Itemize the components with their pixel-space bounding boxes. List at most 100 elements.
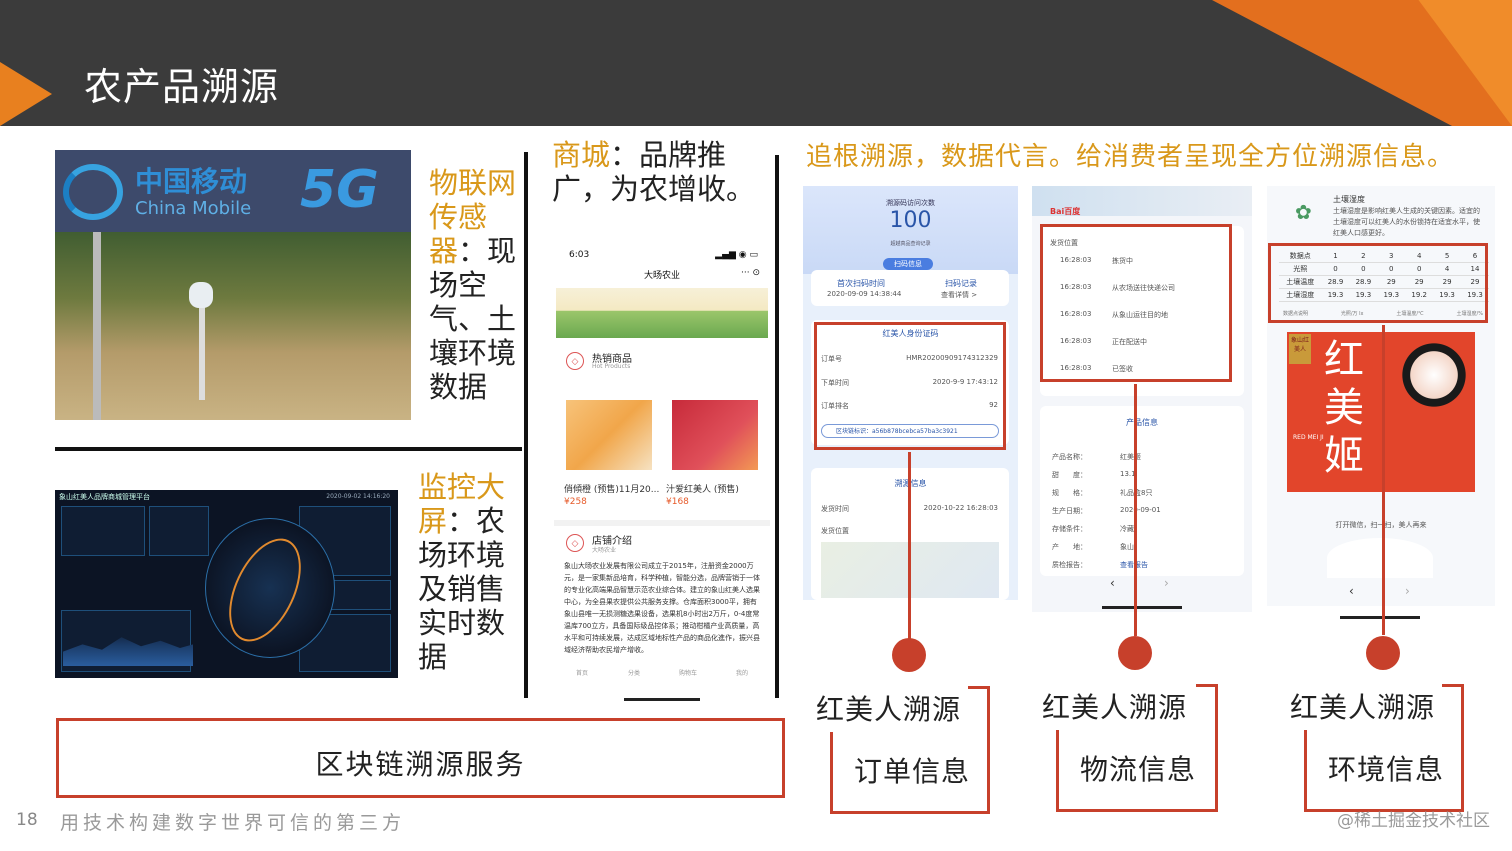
- product-info-key: 甜 度：: [1052, 471, 1087, 479]
- sensor-device: [189, 282, 213, 308]
- phone-banner-image: [556, 288, 768, 338]
- highlight-box-logistics: [1040, 224, 1232, 382]
- connector-line-order: [908, 452, 911, 640]
- nav-mine[interactable]: 我的: [722, 668, 762, 677]
- highlight-box-environment: [1268, 243, 1488, 323]
- product-price-1: ¥258: [564, 497, 587, 507]
- ship-loc-label: 发货位置: [821, 527, 849, 535]
- divider-horizontal: [55, 447, 522, 451]
- shop-intro-desc: 象山大旸农业发展有限公司成立于2015年，注册资金2000万元，是一家集新品培育…: [564, 562, 760, 654]
- product-image-1[interactable]: [566, 400, 652, 470]
- scan-record-label: 扫码记录: [945, 279, 977, 288]
- logo-en-text: China Mobile: [135, 198, 252, 219]
- product-info-value: 冷藏: [1120, 525, 1134, 533]
- phone-status-icons: ▂▄▆ ◉ ▭: [715, 250, 758, 260]
- nav-cart[interactable]: 购物车: [668, 668, 708, 677]
- monitor-dashboard-screenshot: 象山红美人品牌商城管理平台 2020-09-02 14:16:20: [55, 490, 398, 678]
- scan-record-link[interactable]: 查看详情 >: [941, 290, 977, 300]
- dashboard-title: 象山红美人品牌商城管理平台: [59, 493, 150, 501]
- china-mobile-logo-icon: [63, 164, 123, 220]
- divider-vertical-2: [775, 155, 779, 698]
- page-number: 18: [16, 810, 38, 830]
- first-scan-time: 2020-09-09 14:38:44: [827, 290, 902, 298]
- nav-home[interactable]: 首页: [562, 668, 602, 677]
- product-info-key: 规 格：: [1052, 489, 1087, 497]
- nav-category[interactable]: 分类: [614, 668, 654, 677]
- phone-home-indicator: [624, 698, 700, 701]
- wechat-qr-code[interactable]: [1327, 538, 1433, 578]
- product-info-key: 质检报告：: [1052, 561, 1087, 569]
- forward-arrow-icon[interactable]: ›: [1405, 584, 1410, 598]
- product-info-value: 2020-09-01: [1120, 506, 1161, 514]
- dashboard-panel: [149, 506, 209, 556]
- watermark: @稀土掘金技术社区: [1337, 811, 1490, 831]
- product-info-key: 产 地：: [1052, 543, 1087, 551]
- scan-info-tab[interactable]: 扫码信息: [883, 258, 933, 270]
- blockchain-service-box: 区块链溯源服务: [56, 718, 785, 798]
- trace-tagline: 追根溯源，数据代言。给消费者呈现全方位溯源信息。: [806, 142, 1455, 172]
- phone-status-time: 6:03: [569, 250, 590, 260]
- label-order-top: 红美人溯源: [816, 693, 962, 726]
- product-name-2[interactable]: 汁爱红美人 (预售): [666, 482, 739, 495]
- mall-phone-screenshot: 6:03 ▂▄▆ ◉ ▭ 大旸农业 ··· ⊙ ◇ 热销商品 Hot Produ…: [554, 240, 770, 698]
- first-scan-label: 首次扫码时间: [837, 279, 885, 288]
- forward-arrow-icon[interactable]: ›: [1164, 576, 1169, 590]
- home-indicator: [1102, 606, 1182, 609]
- product-info-key: 存储条件：: [1052, 525, 1087, 533]
- divider-vertical-1: [524, 152, 528, 698]
- logo-5g-badge: 5G: [300, 160, 379, 220]
- label-environment-bottom: 环境信息: [1328, 753, 1445, 786]
- scan-count-label: 溯源码访问次数: [886, 199, 935, 207]
- mall-caption-highlight: 商城: [552, 138, 611, 172]
- baidu-map-logo: Bai百度: [1050, 207, 1081, 216]
- connector-line-environment: [1382, 325, 1385, 635]
- home-indicator: [1340, 616, 1420, 619]
- back-arrow-icon[interactable]: ‹: [1349, 584, 1354, 598]
- connector-line-logistics: [1134, 384, 1137, 636]
- product-poster: 象山红美人 红美姬 RED MEI JI: [1287, 332, 1475, 492]
- connector-dot-logistics: [1118, 636, 1152, 670]
- phone-menu-icon[interactable]: ··· ⊙: [741, 268, 760, 278]
- iot-sensor-photo: 中国移动 China Mobile 5G: [55, 150, 411, 420]
- label-environment-top: 红美人溯源: [1290, 691, 1436, 724]
- poster-badge: 象山红美人: [1289, 334, 1311, 364]
- product-price-2: ¥168: [666, 497, 689, 507]
- connector-dot-environment: [1366, 636, 1400, 670]
- shop-intro-icon: ◇: [566, 534, 584, 552]
- dashboard-panel: [61, 506, 145, 556]
- logo-cn-text: 中国移动: [135, 165, 248, 198]
- soil-title: 土壤湿度: [1333, 195, 1365, 204]
- product-name-1[interactable]: 俏傾橙 (预售)11月20...: [564, 482, 659, 495]
- footer-slogan: 用技术构建数字世界可信的第三方: [60, 812, 406, 834]
- label-order-bottom: 订单信息: [854, 755, 971, 788]
- wechat-scan-text: 打开微信，扫一扫，美人再来: [1335, 521, 1427, 529]
- hot-products-icon: ◇: [566, 352, 584, 370]
- poster-brand: RED MEI JI: [1293, 434, 1324, 441]
- product-info-key: 产品名称：: [1052, 453, 1087, 461]
- phone-app-name: 大旸农业: [643, 271, 680, 281]
- header-orange-triangle: [0, 62, 52, 126]
- iot-caption: 物联网传感器：现场空气、土壤环境数据: [429, 166, 517, 404]
- hot-products-sub: Hot Products: [592, 363, 631, 370]
- china-mobile-logo: 中国移动 China Mobile 5G: [55, 150, 411, 232]
- mall-caption: 商城：品牌推广，为农增收。: [552, 138, 767, 206]
- page-title: 农产品溯源: [84, 65, 280, 109]
- label-logistics-top: 红美人溯源: [1042, 691, 1188, 724]
- phone-separator: [554, 520, 770, 526]
- dashboard-time: 2020-09-02 14:16:20: [326, 493, 390, 500]
- poster-title: 红美姬: [1324, 337, 1364, 479]
- opera-mask-illustration: [1397, 338, 1471, 412]
- scan-note: 超越真品查询记录: [890, 241, 931, 247]
- highlight-box-order: [814, 322, 1006, 450]
- connector-dot-order: [892, 638, 926, 672]
- ship-time-label: 发货时间: [821, 505, 849, 513]
- product-info-key: 生产日期：: [1052, 507, 1087, 515]
- back-arrow-icon[interactable]: ‹: [1110, 576, 1115, 590]
- soil-desc: 土壤湿度是影响红美人生成的关键因素。适宜的土壤湿度可以红美人的水份锁持在适宜水平…: [1333, 207, 1480, 237]
- product-info-value: 红美姬: [1120, 453, 1141, 461]
- product-image-2[interactable]: [672, 400, 758, 470]
- product-info-value: 象山: [1120, 543, 1134, 551]
- product-info-title: 产品信息: [1126, 418, 1158, 427]
- ship-time-value: 2020-10-22 16:28:03: [923, 504, 998, 512]
- fence-pole: [93, 232, 101, 420]
